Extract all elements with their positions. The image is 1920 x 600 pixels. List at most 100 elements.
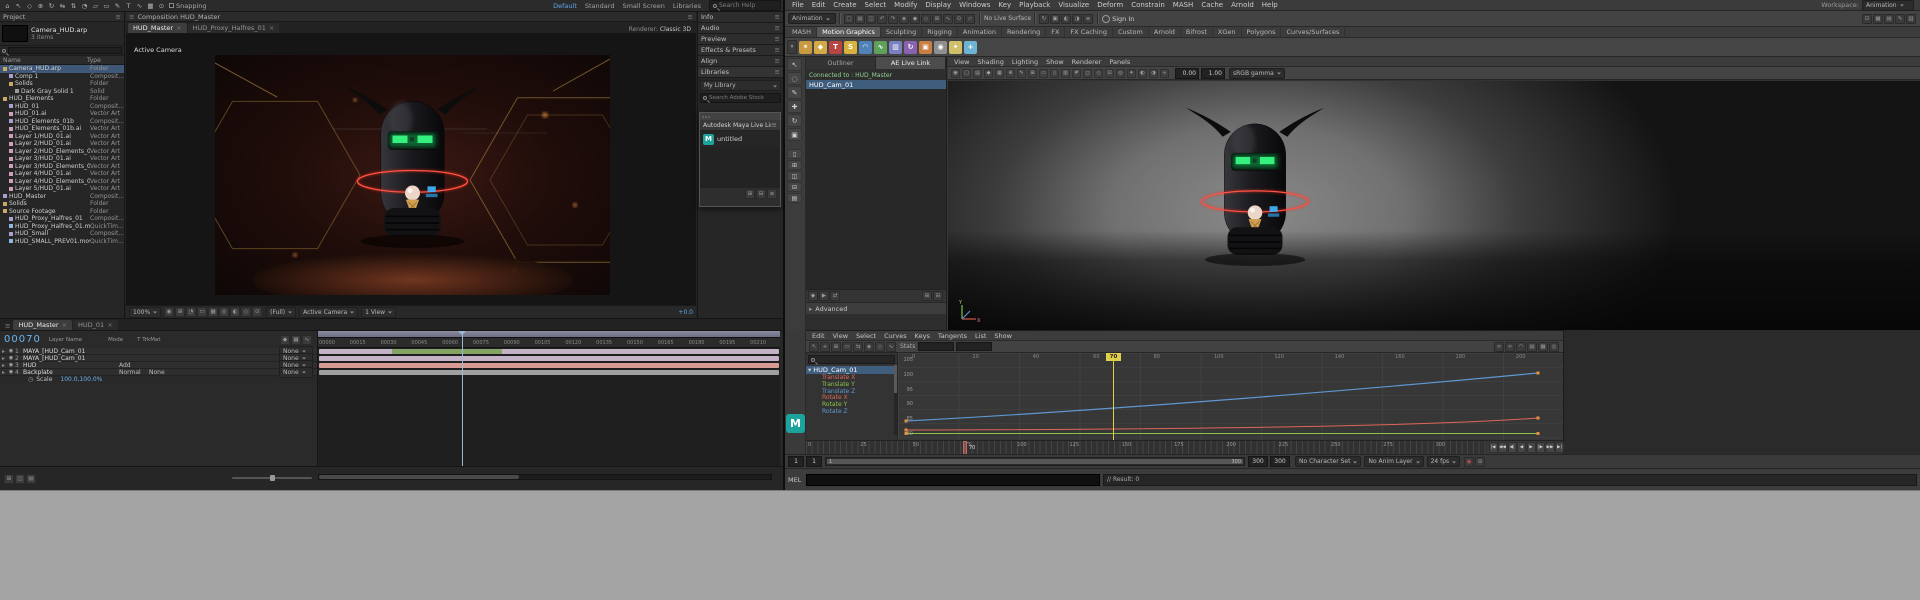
mask-visibility-icon[interactable]: ◔ — [186, 307, 196, 317]
ssao-icon[interactable]: ◑ — [1149, 69, 1158, 78]
graph-menu-item[interactable]: List — [971, 332, 990, 340]
menu-item[interactable]: Deform — [1093, 1, 1127, 9]
snapshot-icon[interactable]: ◎ — [219, 307, 229, 317]
mask-tool-icon[interactable]: ▭ — [101, 1, 112, 11]
step-back-key-button[interactable]: ◀| — [1508, 442, 1517, 453]
select-component-icon[interactable]: ◇ — [921, 14, 931, 24]
graph-menu-item[interactable]: Show — [990, 332, 1016, 340]
go-to-start-button[interactable]: |◀ — [1489, 442, 1498, 453]
expander-icon[interactable]: ▸ — [0, 348, 7, 355]
shelf-tab[interactable]: XGen — [1213, 27, 1242, 37]
select-tool-icon[interactable]: ↖ — [787, 58, 802, 71]
eye-icon[interactable]: ◉ — [7, 369, 15, 375]
project-row[interactable]: HUD_Proxy_Halfres_01.mov QuickTim... — [0, 223, 124, 231]
isolate-select-icon[interactable]: ◎ — [1549, 342, 1559, 352]
property-row[interactable]: ◷ Scale 100.0,100.0% — [0, 376, 317, 383]
shelf-tab[interactable]: Sculpting — [881, 27, 922, 37]
frame-all-icon[interactable]: ⊡ — [1105, 69, 1114, 78]
safe-action-icon[interactable]: ◻ — [1083, 69, 1092, 78]
motion-trail-icon[interactable]: ∿ — [874, 41, 887, 54]
puppet-tool-icon[interactable]: ⊙ — [156, 1, 167, 11]
link-icon[interactable]: ⇄ — [830, 291, 840, 301]
auto-key-icon[interactable]: ◉ — [1464, 457, 1474, 467]
menu-item[interactable]: File — [788, 1, 808, 9]
bake-animation-icon[interactable]: ▣ — [919, 41, 932, 54]
transparency-grid-icon[interactable]: ▦ — [208, 307, 218, 317]
shelf-menu-icon[interactable]: ▾ — [787, 40, 797, 54]
timeline-zoom-slider[interactable] — [232, 477, 312, 479]
frame-selection-icon[interactable]: ◎ — [1116, 69, 1125, 78]
pen-tool-icon[interactable]: ✎ — [112, 1, 123, 11]
project-row[interactable]: HUD_Proxy_Halfres_01 Composit... — [0, 215, 124, 223]
viewport-menu-item[interactable]: Renderer — [1068, 58, 1106, 66]
zoom-tool-icon[interactable]: ⊕ — [35, 1, 46, 11]
label-chip[interactable] — [3, 67, 7, 71]
range-slider-handle[interactable]: 1300 — [827, 459, 1243, 464]
grid-toggle-icon[interactable]: ⊞ — [1028, 69, 1037, 78]
mash-waiter-icon[interactable]: ◆ — [814, 41, 827, 54]
shadows-icon[interactable]: ◐ — [1138, 69, 1147, 78]
hand-tool-icon[interactable]: ◇ — [24, 1, 35, 11]
eye-icon[interactable]: ◉ — [7, 355, 15, 361]
property-value[interactable]: 100.0,100.0% — [60, 376, 102, 383]
workspace-dropdown[interactable]: Animation — [1862, 0, 1914, 11]
motion-blur-icon[interactable]: ∿ — [302, 335, 312, 345]
parent-link-dropdown[interactable]: None — [279, 367, 313, 378]
project-row[interactable]: Layer 4/HUD_Elements_01b.ai Vector Art — [0, 178, 124, 186]
shelf-tab[interactable]: MASH — [787, 27, 817, 37]
film-gate-icon[interactable]: ▭ — [1039, 69, 1048, 78]
pre-infinity-icon[interactable]: ∞ — [1494, 342, 1504, 352]
dope-sheet-icon[interactable]: ▤ — [1527, 342, 1537, 352]
timeline-h-scrollbar[interactable] — [318, 474, 772, 480]
time-slider[interactable]: 0255075100125150175200225250275300 70 — [806, 440, 1487, 454]
close-tab-icon[interactable]: × — [176, 24, 181, 32]
playback-start-field[interactable]: 1 — [806, 456, 822, 467]
project-row[interactable]: Dark Gray Solid 1 Solid — [0, 88, 124, 96]
layer-row[interactable]: ▸ ◉ 4 Backplate Normal None None — [0, 369, 317, 376]
graph-menu-item[interactable]: View — [829, 332, 852, 340]
snap-value-icon[interactable]: ◇ — [875, 342, 885, 352]
project-row[interactable]: HUD_Master Composit... — [0, 193, 124, 201]
channel-row[interactable]: Translate Z — [806, 388, 897, 395]
live-link-drag-bar[interactable] — [700, 113, 780, 120]
camera-attributes-icon[interactable]: ▤ — [973, 69, 982, 78]
project-row[interactable]: Layer 2/HUD_01.ai Vector Art — [0, 140, 124, 148]
project-row[interactable]: Layer 2/HUD_Elements_01b.ai Vector Art — [0, 148, 124, 156]
eye-icon[interactable]: ◉ — [7, 362, 15, 368]
live-link-item[interactable]: M untitled — [700, 131, 780, 147]
fast-previews-icon[interactable]: ⊙ — [252, 307, 262, 317]
stats-field-2[interactable] — [956, 342, 992, 351]
snapping-checkbox[interactable] — [169, 3, 174, 8]
snap-point-icon[interactable]: ⊙ — [954, 14, 964, 24]
project-row[interactable]: Layer 3/HUD_01.ai Vector Art — [0, 155, 124, 163]
label-chip[interactable] — [9, 112, 13, 116]
redo-icon[interactable]: ↷ — [888, 14, 898, 24]
persp-graph-layout-icon[interactable]: ⊟ — [787, 182, 802, 192]
current-timecode[interactable]: 00070 — [4, 334, 41, 345]
range-slider-track[interactable]: 1300 — [825, 457, 1245, 466]
rotate-tool-icon[interactable]: ↻ — [787, 114, 802, 127]
shelf-tab[interactable]: Polygons — [1242, 27, 1282, 37]
label-chip[interactable] — [9, 149, 13, 153]
viewport-menu-item[interactable]: Shading — [973, 58, 1007, 66]
timeline-tab[interactable]: HUD_01 × — [73, 320, 118, 330]
layer-bar-row[interactable] — [318, 369, 780, 376]
label-chip[interactable] — [9, 157, 13, 161]
image-plane-icon[interactable]: ▦ — [995, 69, 1004, 78]
step-fwd-key-button[interactable]: |▶ — [1536, 442, 1545, 453]
shelf-tab[interactable]: Curves/Surfaces — [1281, 27, 1345, 37]
viewport-canvas[interactable]: Y X — [948, 81, 1920, 330]
sign-in-button[interactable]: Sign In — [1112, 15, 1134, 23]
project-columns[interactable]: Name Type — [0, 56, 124, 65]
graph-menu-item[interactable]: Select — [852, 332, 880, 340]
live-link-import-icon[interactable]: ⊟ — [756, 189, 766, 199]
label-chip[interactable] — [9, 179, 13, 183]
collapsed-panel-header[interactable]: Effects & Presets ≡ — [698, 45, 783, 56]
blend-mode-dropdown[interactable]: Normal — [119, 369, 149, 376]
graph-current-frame-flag[interactable]: 70 — [1106, 353, 1121, 361]
project-row[interactable]: Layer 5/HUD_01.ai Vector Art — [0, 185, 124, 193]
stock-search-box[interactable]: Search Adobe Stock — [700, 93, 781, 103]
label-chip[interactable] — [9, 127, 13, 131]
label-chip[interactable] — [9, 224, 13, 228]
auto-tangent-icon[interactable]: ∿ — [886, 342, 896, 352]
